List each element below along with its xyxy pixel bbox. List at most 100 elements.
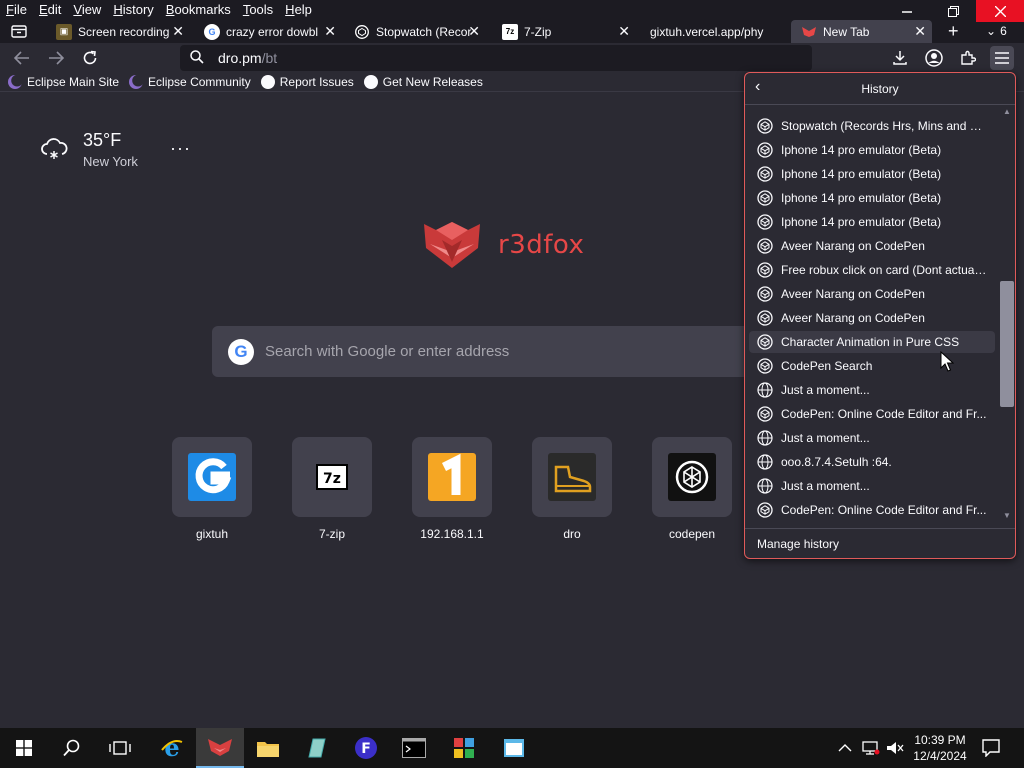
tab-crazy-error[interactable]: G crazy error dowbl ✕	[204, 20, 336, 43]
history-item[interactable]: Aveer Narang on CodePen	[749, 235, 995, 257]
taskbar-app-blue[interactable]: F	[342, 728, 390, 768]
top-site-7zip[interactable]: 7z 7-zip	[292, 437, 372, 541]
search-input[interactable]	[265, 343, 745, 360]
history-scrollbar[interactable]: ▲ ▼	[999, 107, 1015, 525]
globe-icon	[757, 430, 773, 446]
bookmark-report-issues[interactable]: Report Issues	[260, 74, 354, 89]
bookmark-eclipse-community[interactable]: Eclipse Community	[129, 74, 251, 89]
restore-button[interactable]	[930, 0, 976, 22]
menu-tools[interactable]: Tools	[237, 0, 279, 20]
history-item[interactable]: Iphone 14 pro emulator (Beta)	[749, 187, 995, 209]
history-item[interactable]: Iphone 14 pro emulator (Beta)	[749, 139, 995, 161]
downloads-button[interactable]	[888, 46, 912, 70]
tab-screen-recording[interactable]: ▣ Screen recording ✕	[56, 20, 184, 43]
top-site-codepen[interactable]: codepen	[652, 437, 732, 541]
account-button[interactable]	[922, 46, 946, 70]
app-menu-button[interactable]	[990, 46, 1014, 70]
history-item[interactable]: CodePen: Online Code Editor and Fr...	[749, 403, 995, 425]
start-button[interactable]	[0, 728, 48, 768]
taskbar-file-explorer[interactable]	[244, 728, 292, 768]
codepen-icon	[757, 214, 773, 230]
menu-file[interactable]: File	[0, 0, 33, 20]
menu-view[interactable]: View	[67, 0, 107, 20]
back-button[interactable]	[10, 46, 34, 70]
svg-text:e: e	[164, 736, 179, 760]
network-status[interactable]	[862, 740, 880, 761]
history-item[interactable]: Aveer Narang on CodePen	[749, 307, 995, 329]
weather-options-button[interactable]: ···	[170, 138, 191, 159]
tab-close-icon[interactable]: ✕	[324, 23, 336, 40]
top-site-192-168-1-1[interactable]: 192.168.1.1	[412, 437, 492, 541]
history-item[interactable]: Just a moment...	[749, 475, 995, 497]
task-view-button[interactable]	[96, 728, 144, 768]
top-site-gixtuh[interactable]: gixtuh	[172, 437, 252, 541]
list-all-tabs-button[interactable]: ⌄ 6	[986, 24, 1007, 38]
menu-edit[interactable]: Edit	[33, 0, 67, 20]
tab-close-icon[interactable]: ✕	[172, 23, 184, 40]
tab-title: Screen recording	[78, 24, 170, 39]
extensions-button[interactable]	[956, 46, 980, 70]
address-bar[interactable]: dro.pm/bt	[180, 45, 812, 71]
taskbar-app-control-panel[interactable]	[440, 728, 488, 768]
snow-cloud-icon	[41, 138, 68, 159]
taskbar-r3dfox[interactable]	[196, 728, 244, 768]
menu-history[interactable]: History	[107, 0, 159, 20]
account-icon	[925, 49, 943, 67]
history-item[interactable]: CodePen: Online Code Editor and Fr...	[749, 499, 995, 521]
taskbar-command-prompt[interactable]	[390, 728, 438, 768]
manage-history-button[interactable]: Manage history	[757, 537, 839, 551]
volume-status[interactable]	[886, 740, 904, 761]
notifications-button[interactable]	[982, 739, 1000, 762]
history-item[interactable]: Aveer Narang on CodePen	[749, 283, 995, 305]
search-taskbar-button[interactable]	[48, 728, 96, 768]
bookmark-get-new-releases[interactable]: Get New Releases	[363, 74, 483, 89]
taskbar-app-window[interactable]	[490, 728, 538, 768]
history-item[interactable]: Just a moment...	[749, 379, 995, 401]
top-site-tile[interactable]	[652, 437, 732, 517]
taskbar-internet-explorer[interactable]: e	[148, 728, 196, 768]
tab-7zip[interactable]: 7z 7-Zip ✕	[502, 20, 630, 43]
history-item[interactable]: CodePen Search	[749, 355, 995, 377]
top-site-tile[interactable]	[532, 437, 612, 517]
scrollbar-thumb[interactable]	[1000, 281, 1014, 407]
tab-list-button[interactable]	[10, 23, 30, 41]
chevron-down-icon: ⌄	[986, 24, 997, 38]
history-item-title: Iphone 14 pro emulator (Beta)	[781, 167, 942, 181]
search-icon	[63, 739, 80, 757]
history-item[interactable]: ooo.8.7.4.Setulh :64.	[749, 451, 995, 473]
top-site-tile[interactable]	[172, 437, 252, 517]
top-site-dro[interactable]: dro	[532, 437, 612, 541]
tab-close-icon[interactable]: ✕	[914, 23, 926, 40]
reload-button[interactable]	[78, 46, 102, 70]
history-item[interactable]: Stopwatch (Records Hrs, Mins and Se...	[749, 115, 995, 137]
window-app-icon	[504, 739, 524, 757]
menu-help[interactable]: Help	[279, 0, 318, 20]
tab-close-icon[interactable]: ✕	[618, 23, 630, 40]
history-item[interactable]: Just a moment...	[749, 427, 995, 449]
top-site-tile[interactable]: 7z	[292, 437, 372, 517]
number-one-icon	[428, 453, 476, 501]
show-hidden-icons-button[interactable]	[838, 740, 852, 758]
top-site-tile[interactable]	[412, 437, 492, 517]
history-item[interactable]: Free robux click on card (Dont actuall..…	[749, 259, 995, 281]
scroll-up-icon[interactable]: ▲	[999, 107, 1015, 121]
tab-stopwatch[interactable]: Stopwatch (Recor ✕	[354, 20, 480, 43]
tab-close-icon[interactable]: ✕	[468, 23, 480, 40]
screen-recording-icon: ▣	[56, 23, 72, 40]
history-item[interactable]: Character Animation in Pure CSS	[749, 331, 995, 353]
new-tab-button[interactable]: +	[948, 21, 959, 42]
tab-new-tab[interactable]: New Tab ✕	[791, 20, 932, 43]
system-clock[interactable]: 10:39 PM 12/4/2024	[912, 732, 968, 764]
codepen-icon	[757, 502, 773, 518]
history-item[interactable]: Iphone 14 pro emulator (Beta)	[749, 163, 995, 185]
taskbar-notepad-app[interactable]	[292, 728, 340, 768]
close-window-button[interactable]	[976, 0, 1024, 22]
bookmark-eclipse-main-site[interactable]: Eclipse Main Site	[8, 74, 119, 89]
tab-gixtuh[interactable]: gixtuh.vercel.app/phy	[650, 20, 778, 43]
forward-button[interactable]	[44, 46, 68, 70]
scroll-down-icon[interactable]: ▼	[999, 511, 1015, 525]
menu-bookmarks[interactable]: Bookmarks	[160, 0, 237, 20]
search-box[interactable]: G	[212, 326, 772, 377]
minimize-button[interactable]	[884, 0, 930, 22]
history-item[interactable]: Iphone 14 pro emulator (Beta)	[749, 211, 995, 233]
